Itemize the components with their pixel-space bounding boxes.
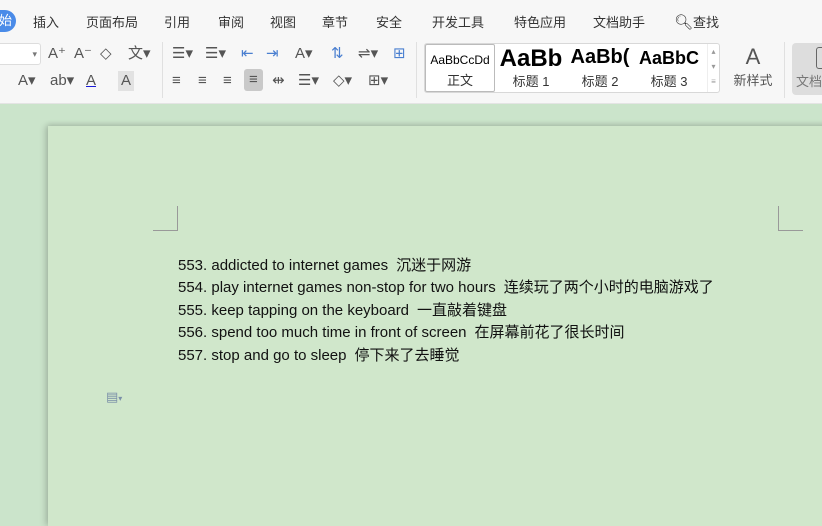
divider (784, 42, 785, 98)
new-style-icon: A (745, 44, 761, 69)
tab-start[interactable]: 开始 (0, 10, 16, 32)
style-heading-3[interactable]: AaBbC 标题 3 (635, 44, 703, 92)
style-preview: AaBb( (570, 46, 630, 68)
style-normal[interactable]: AaBbCcDd 正文 (425, 44, 495, 92)
style-preview: AaBbC (638, 48, 699, 68)
tab-label: 开始 (0, 13, 13, 28)
tab-view[interactable]: 视图 (270, 12, 296, 31)
align-right-icon[interactable]: ≡ (223, 71, 232, 91)
sort-icon[interactable]: ⇅ (331, 44, 344, 64)
align-center-icon[interactable]: ≡ (198, 71, 207, 91)
text-line: 557. stop and go to sleep 停下来了去睡觉 (178, 346, 460, 364)
line-spacing-icon[interactable]: ☰▾ (298, 71, 319, 91)
text-effect-icon[interactable]: A▾ (18, 71, 36, 91)
distribute-icon[interactable]: ⇹ (272, 71, 285, 91)
search-button[interactable]: 🔍︎查找 (674, 12, 719, 31)
style-preview: AaBb (499, 45, 563, 72)
text-line: 553. addicted to internet games 沉迷于网游 (178, 256, 472, 274)
doc-label: 文档 (796, 74, 822, 89)
doc-button[interactable]: 文档 (792, 43, 822, 95)
text-line: 554. play internet games non-stop for tw… (178, 278, 714, 296)
tab-security[interactable]: 安全 (376, 12, 402, 31)
divider (416, 42, 417, 98)
style-label: 标题 3 (650, 74, 688, 89)
style-heading-1[interactable]: AaBb 标题 1 (497, 44, 565, 92)
tab-page-layout[interactable]: 页面布局 (86, 12, 138, 31)
text-line: 556. spend too much time in front of scr… (178, 323, 625, 341)
justify-icon[interactable]: ≡ (244, 69, 263, 91)
table-icon[interactable]: ⊞ (393, 44, 406, 64)
numbered-list-icon[interactable]: ☰▾ (205, 44, 226, 64)
grow-font-icon[interactable]: A⁺ (48, 44, 66, 64)
tab-chapter[interactable]: 章节 (322, 12, 348, 31)
divider (162, 42, 163, 98)
increase-indent-icon[interactable]: ⇥ (266, 44, 279, 64)
paste-options-icon[interactable]: ▤▾ (106, 389, 122, 405)
bullet-list-icon[interactable]: ☰▾ (172, 44, 193, 64)
fill-icon[interactable]: ◇▾ (333, 71, 352, 91)
style-label: 标题 1 (512, 74, 550, 89)
font-size-select[interactable]: ▾ (0, 43, 41, 65)
gallery-scroll[interactable]: ▴ ▾ ≡ (707, 44, 719, 92)
phonetic-icon[interactable]: 文▾ (128, 44, 151, 64)
align-left-icon[interactable]: ≡ (172, 71, 181, 91)
style-heading-2[interactable]: AaBb( 标题 2 (567, 44, 633, 92)
document-page[interactable]: 553. addicted to internet games 沉迷于网游 554… (48, 126, 822, 526)
new-style-label: 新样式 (733, 73, 773, 88)
decrease-indent-icon[interactable]: ⇤ (241, 44, 254, 64)
border-icon[interactable]: ⊞▾ (368, 71, 388, 91)
font-color-icon[interactable]: A (86, 71, 96, 91)
doc-icon (816, 47, 822, 69)
style-label: 正文 (446, 73, 473, 88)
tab-developer[interactable]: 开发工具 (432, 12, 484, 31)
tab-features[interactable]: 特色应用 (514, 12, 566, 31)
tab-doc-assistant[interactable]: 文档助手 (593, 12, 645, 31)
text-line: 555. keep tapping on the keyboard 一直敲着键盘 (178, 301, 508, 319)
tab-references[interactable]: 引用 (164, 12, 190, 31)
ribbon: 开始 插入 页面布局 引用 审阅 视图 章节 安全 开发工具 特色应用 文档助手… (0, 0, 822, 104)
highlight-icon[interactable]: ab▾ (50, 71, 74, 91)
new-style-button[interactable]: A 新样式 (728, 44, 778, 89)
shrink-font-icon[interactable]: A⁻ (74, 44, 92, 64)
style-label: 标题 2 (581, 74, 619, 89)
line-break-icon[interactable]: ⇌▾ (358, 44, 378, 64)
char-shading-icon[interactable]: A (118, 71, 135, 91)
margin-corner-mark (153, 206, 178, 231)
eraser-icon[interactable]: ◇ (100, 44, 112, 64)
margin-corner-mark (778, 206, 803, 231)
search-label: 查找 (693, 15, 720, 30)
tab-insert[interactable]: 插入 (33, 12, 59, 31)
search-icon: 🔍︎ (674, 14, 694, 31)
style-preview: AaBbCcDd (430, 53, 490, 67)
tab-review[interactable]: 审阅 (218, 12, 244, 31)
style-gallery: AaBbCcDd 正文 AaBb 标题 1 AaBb(标题 2 AaBbC 标题 3 … (424, 43, 720, 93)
text-direction-icon[interactable]: A▾ (295, 44, 313, 64)
